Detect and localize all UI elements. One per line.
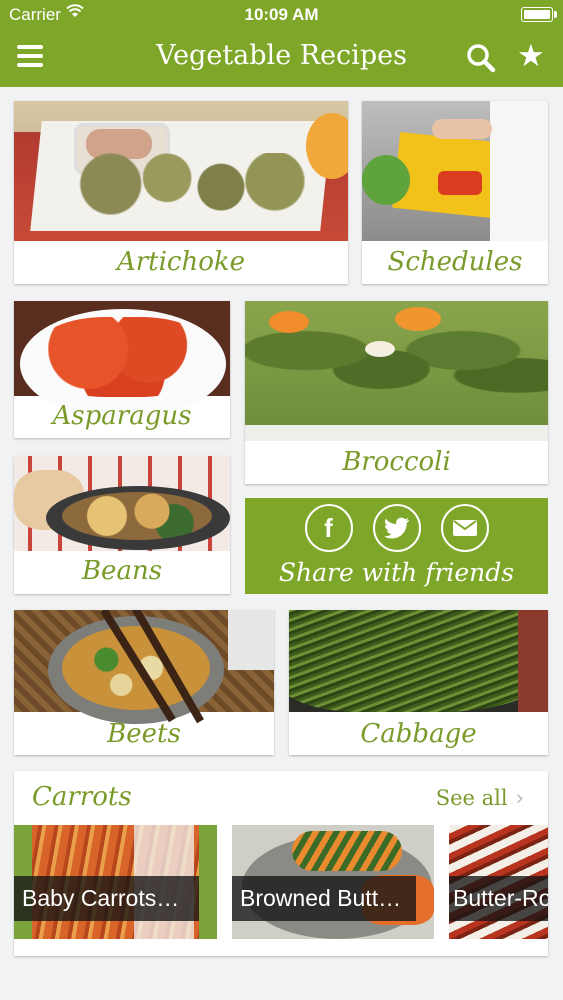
category-card-schedules[interactable]: Schedules xyxy=(362,101,548,284)
facebook-icon[interactable]: f xyxy=(304,504,353,552)
nav-bar: Vegetable Recipes ★ xyxy=(0,30,563,87)
see-all-label: See all xyxy=(435,786,508,810)
category-label-cabbage: Cabbage xyxy=(360,719,477,749)
category-card-beans[interactable]: Beans xyxy=(14,456,230,594)
category-label-asparagus: Asparagus xyxy=(52,401,192,431)
section-title-carrots: Carrots xyxy=(32,782,132,812)
beans-photo xyxy=(14,456,230,551)
recipe-title: Butter-Ro xyxy=(449,876,548,921)
category-card-cabbage[interactable]: Cabbage xyxy=(289,610,548,755)
status-bar: Carrier 10:09 AM xyxy=(0,0,563,30)
schedules-photo xyxy=(362,101,548,241)
clock-time: 10:09 AM xyxy=(244,5,319,24)
see-all-link[interactable]: See all › xyxy=(436,786,524,810)
carrots-section: Carrots See all › Baby Carrots… Browned B… xyxy=(14,771,548,956)
broccoli-photo xyxy=(245,301,548,441)
beets-photo xyxy=(14,610,274,724)
asparagus-photo xyxy=(14,301,230,419)
search-icon[interactable] xyxy=(466,43,496,73)
category-card-asparagus[interactable]: Asparagus xyxy=(14,301,230,438)
artichoke-photo xyxy=(14,101,348,241)
cabbage-photo xyxy=(289,610,548,712)
category-label-beans: Beans xyxy=(81,556,163,586)
category-label-broccoli: Broccoli xyxy=(342,447,451,477)
category-label-artichoke: Artichoke xyxy=(116,247,246,277)
recipe-title: Browned Butt… xyxy=(232,876,416,921)
star-icon[interactable]: ★ xyxy=(517,40,545,71)
category-card-broccoli[interactable]: Broccoli xyxy=(245,301,548,484)
twitter-icon[interactable] xyxy=(372,504,421,552)
category-label-schedules: Schedules xyxy=(387,247,523,277)
category-label-beets: Beets xyxy=(107,719,181,749)
recipe-thumbnail[interactable]: Butter-Ro xyxy=(449,825,548,939)
category-card-artichoke[interactable]: Artichoke xyxy=(14,101,348,284)
share-panel: f Share with friends xyxy=(245,498,548,594)
recipe-title: Baby Carrots… xyxy=(14,876,199,921)
category-card-beets[interactable]: Beets xyxy=(14,610,274,755)
recipe-thumbnail[interactable]: Baby Carrots… xyxy=(14,825,217,939)
share-label[interactable]: Share with friends xyxy=(245,558,548,587)
recipe-thumbnail[interactable]: Browned Butt… xyxy=(232,825,434,939)
chevron-right-icon: › xyxy=(515,786,524,810)
battery-icon xyxy=(521,7,557,22)
email-icon[interactable] xyxy=(440,504,489,552)
